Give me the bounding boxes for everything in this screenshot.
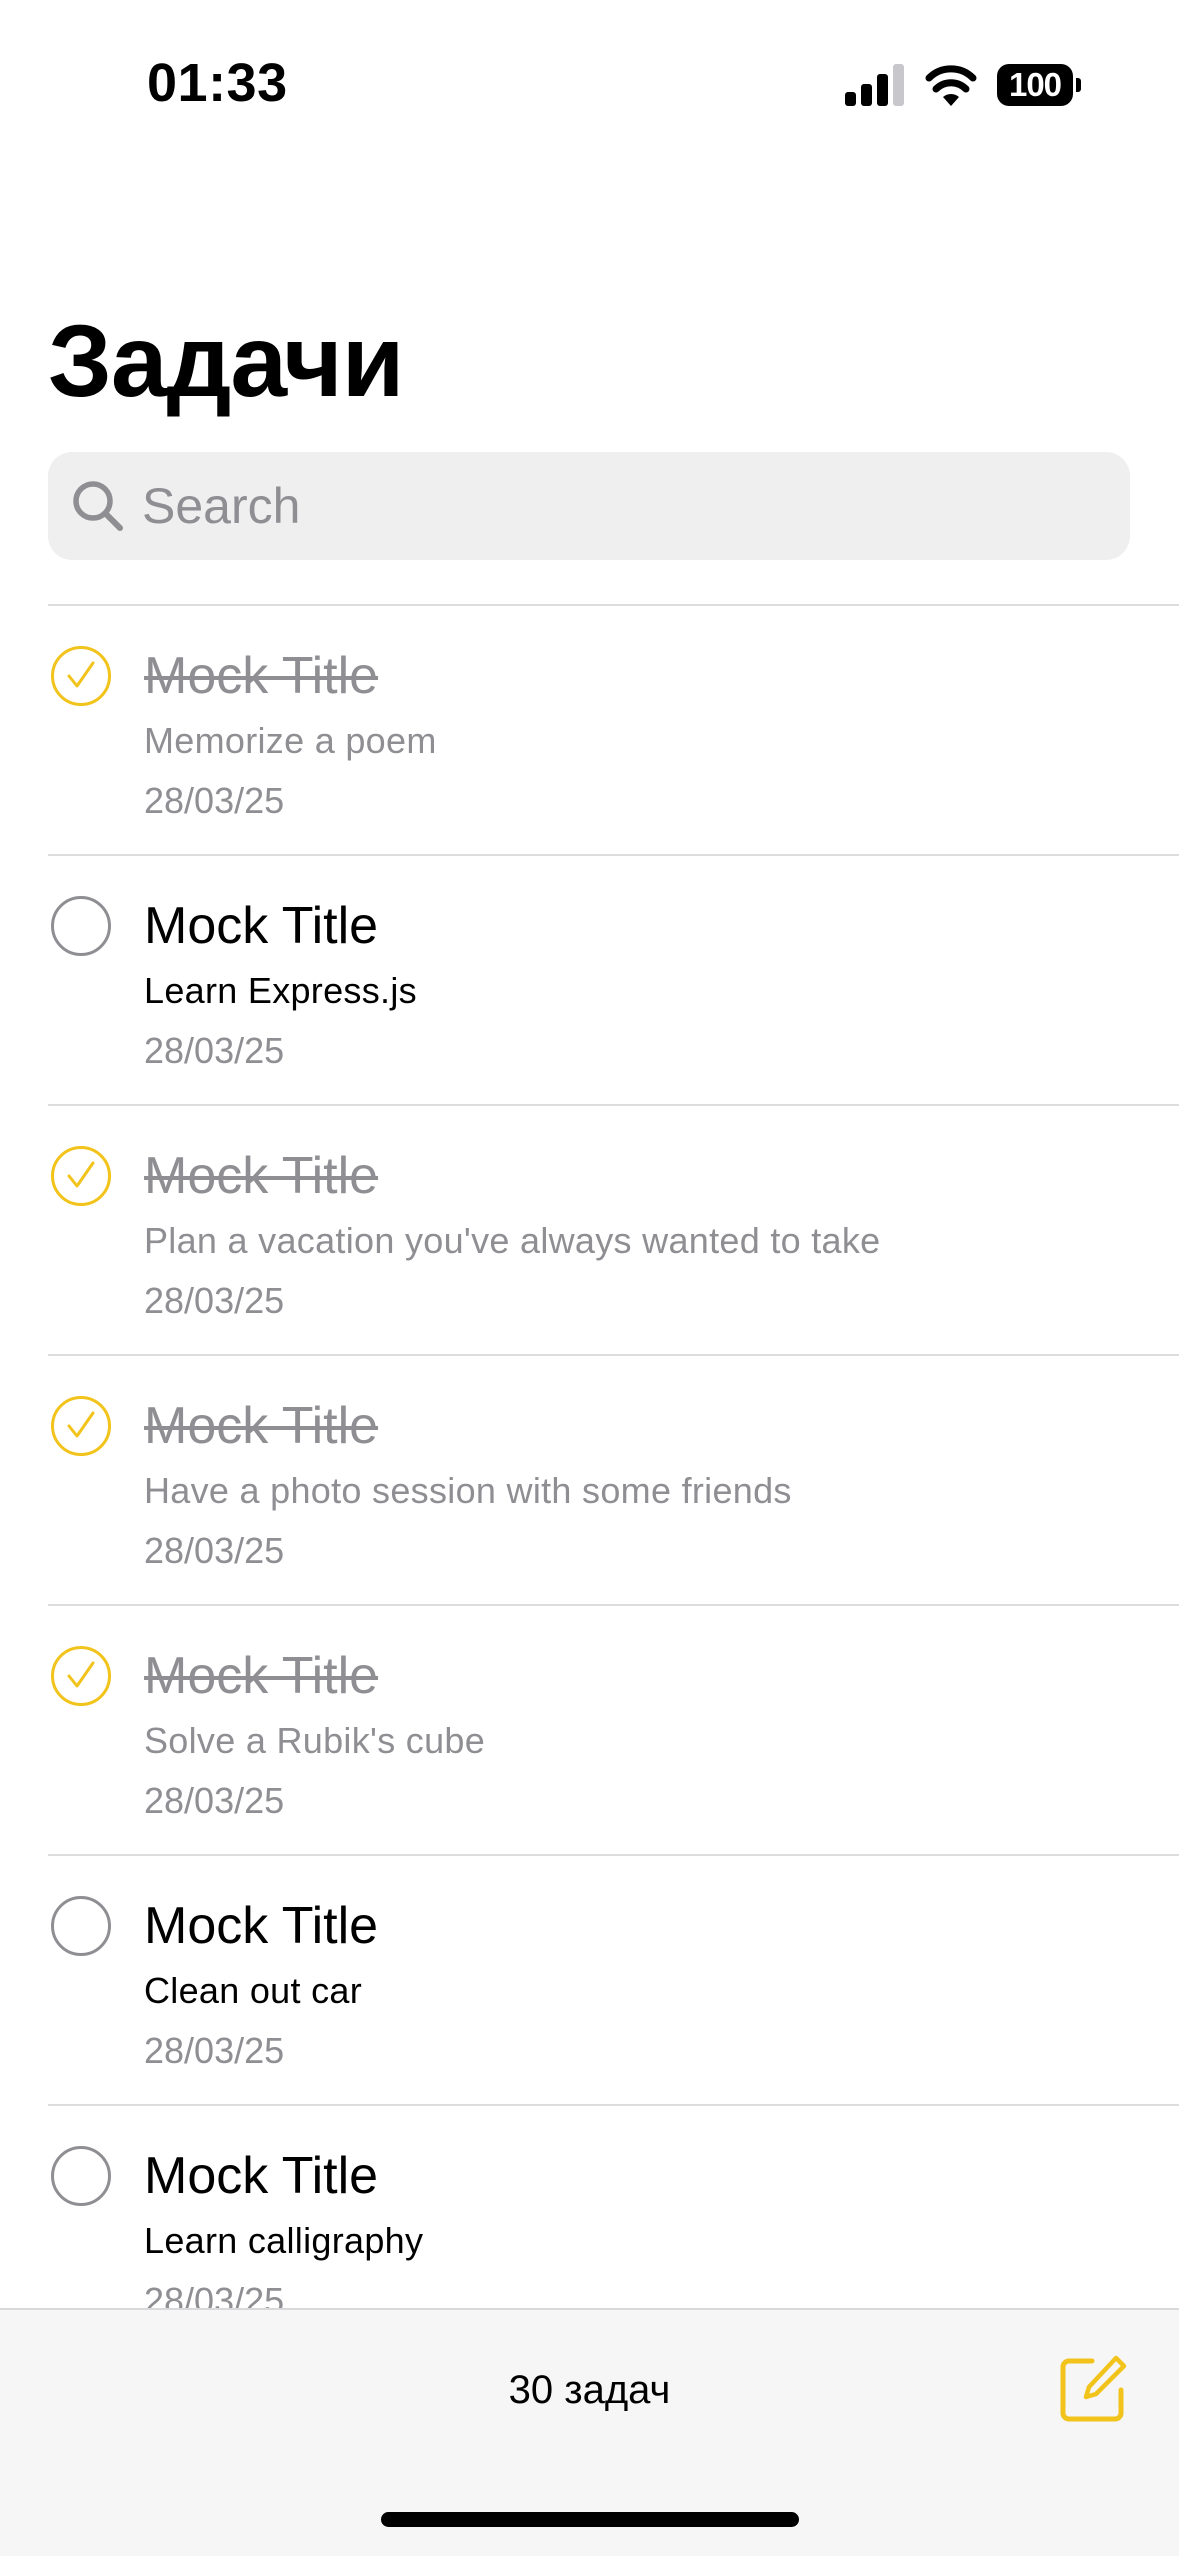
status-time: 01:33 (147, 53, 288, 113)
checkmark-icon (67, 1161, 95, 1188)
task-count: 30 задач (508, 2368, 671, 2412)
task-checkbox[interactable] (51, 1396, 111, 1456)
battery-nub (1076, 78, 1081, 92)
task-row[interactable]: Mock Title Clean out car 28/03/25 (48, 1854, 1179, 2104)
task-row[interactable]: Mock Title Solve a Rubik's cube 28/03/25 (48, 1604, 1179, 1854)
task-description: Memorize a poem (144, 720, 437, 761)
task-date: 28/03/25 (144, 2030, 285, 2071)
signal-icon (845, 64, 904, 106)
task-description: Plan a vacation you've always wanted to … (144, 1220, 881, 1261)
task-checkbox[interactable] (51, 2146, 111, 2206)
task-title: Mock Title (144, 1147, 379, 1205)
task-row[interactable]: Mock Title Memorize a poem 28/03/25 (48, 604, 1179, 854)
task-title: Mock Title (144, 1897, 379, 1955)
battery-level: 100 (997, 64, 1073, 106)
task-title: Mock Title (144, 1397, 379, 1455)
status-bar: 01:33 100 (0, 0, 1179, 170)
task-row[interactable]: Mock Title Learn Express.js 28/03/25 (48, 854, 1179, 1104)
task-checkbox[interactable] (51, 1146, 111, 1206)
search-input[interactable] (142, 452, 1102, 560)
checkmark-icon (67, 1661, 95, 1688)
task-row[interactable]: Mock Title Plan a vacation you've always… (48, 1104, 1179, 1354)
task-row[interactable]: Mock Title Have a photo session with som… (48, 1354, 1179, 1604)
task-description: Learn calligraphy (144, 2220, 424, 2261)
search-bar[interactable] (48, 452, 1130, 560)
search-icon (73, 481, 123, 531)
task-description: Solve a Rubik's cube (144, 1720, 486, 1761)
task-date: 28/03/25 (144, 1280, 285, 1321)
task-date: 28/03/25 (144, 1030, 285, 1071)
task-title: Mock Title (144, 1647, 379, 1705)
home-indicator (381, 2512, 799, 2527)
task-description: Have a photo session with some friends (144, 1470, 792, 1511)
task-title: Mock Title (144, 897, 379, 955)
compose-icon[interactable] (1058, 2354, 1128, 2424)
task-list: Mock Title Memorize a poem 28/03/25 Mock… (48, 604, 1179, 2308)
task-description: Clean out car (144, 1970, 363, 2011)
page-title: Задачи (48, 304, 404, 418)
task-checkbox[interactable] (51, 1896, 111, 1956)
task-date: 28/03/25 (144, 1780, 285, 1821)
checkmark-icon (67, 1411, 95, 1438)
wifi-icon (925, 65, 977, 106)
task-checkbox[interactable] (51, 646, 111, 706)
task-date: 28/03/25 (144, 780, 285, 821)
task-date: 28/03/25 (144, 2280, 285, 2308)
task-checkbox[interactable] (51, 1646, 111, 1706)
task-title: Mock Title (144, 647, 379, 705)
task-title: Mock Title (144, 2147, 379, 2205)
task-date: 28/03/25 (144, 1530, 285, 1571)
task-row[interactable]: Mock Title Learn calligraphy 28/03/25 (48, 2104, 1179, 2308)
task-checkbox[interactable] (51, 896, 111, 956)
checkmark-icon (67, 661, 95, 688)
battery-icon: 100 (997, 64, 1081, 106)
task-description: Learn Express.js (144, 970, 417, 1011)
